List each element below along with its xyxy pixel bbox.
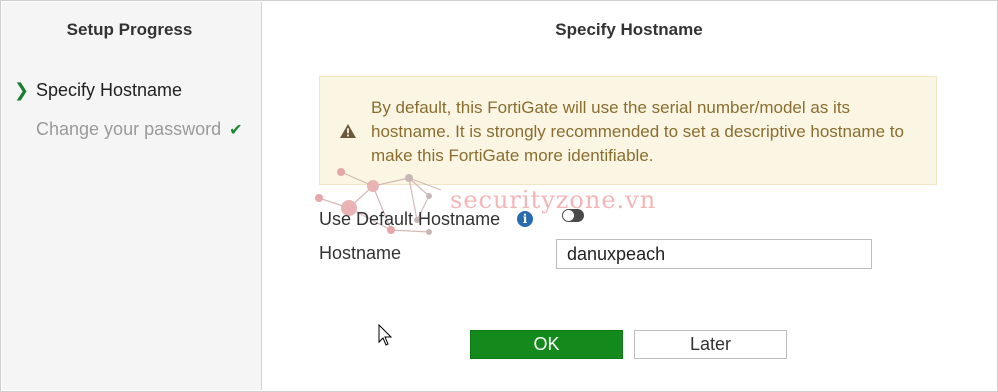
later-button[interactable]: Later	[634, 330, 787, 359]
sidebar-title: Setup Progress	[66, 20, 193, 39]
hostname-label: Hostname	[319, 243, 402, 263]
ok-button[interactable]: OK	[470, 330, 623, 359]
setup-progress-sidebar	[2, 2, 262, 390]
info-icon[interactable]: i	[517, 211, 533, 227]
use-default-hostname-label: Use Default Hostname	[319, 209, 501, 229]
checkmark-icon: ✔	[229, 122, 243, 139]
hostname-input[interactable]	[556, 239, 872, 269]
page-title: Specify Hostname	[555, 20, 703, 39]
warning-banner: By default, this FortiGate will use the …	[319, 76, 937, 185]
toggle-knob	[563, 210, 574, 221]
warning-triangle-icon	[340, 124, 356, 138]
mouse-cursor-icon	[378, 324, 393, 346]
use-default-hostname-toggle[interactable]	[562, 209, 584, 222]
warning-text: By default, this FortiGate will use the …	[371, 98, 904, 165]
step-label: Change your password	[36, 119, 222, 139]
step-specify-hostname: ❯ Specify Hostname	[14, 80, 182, 101]
step-label: Specify Hostname	[36, 80, 183, 100]
chevron-right-icon: ❯	[14, 80, 30, 100]
step-change-password: Change your password ✔	[36, 119, 243, 140]
